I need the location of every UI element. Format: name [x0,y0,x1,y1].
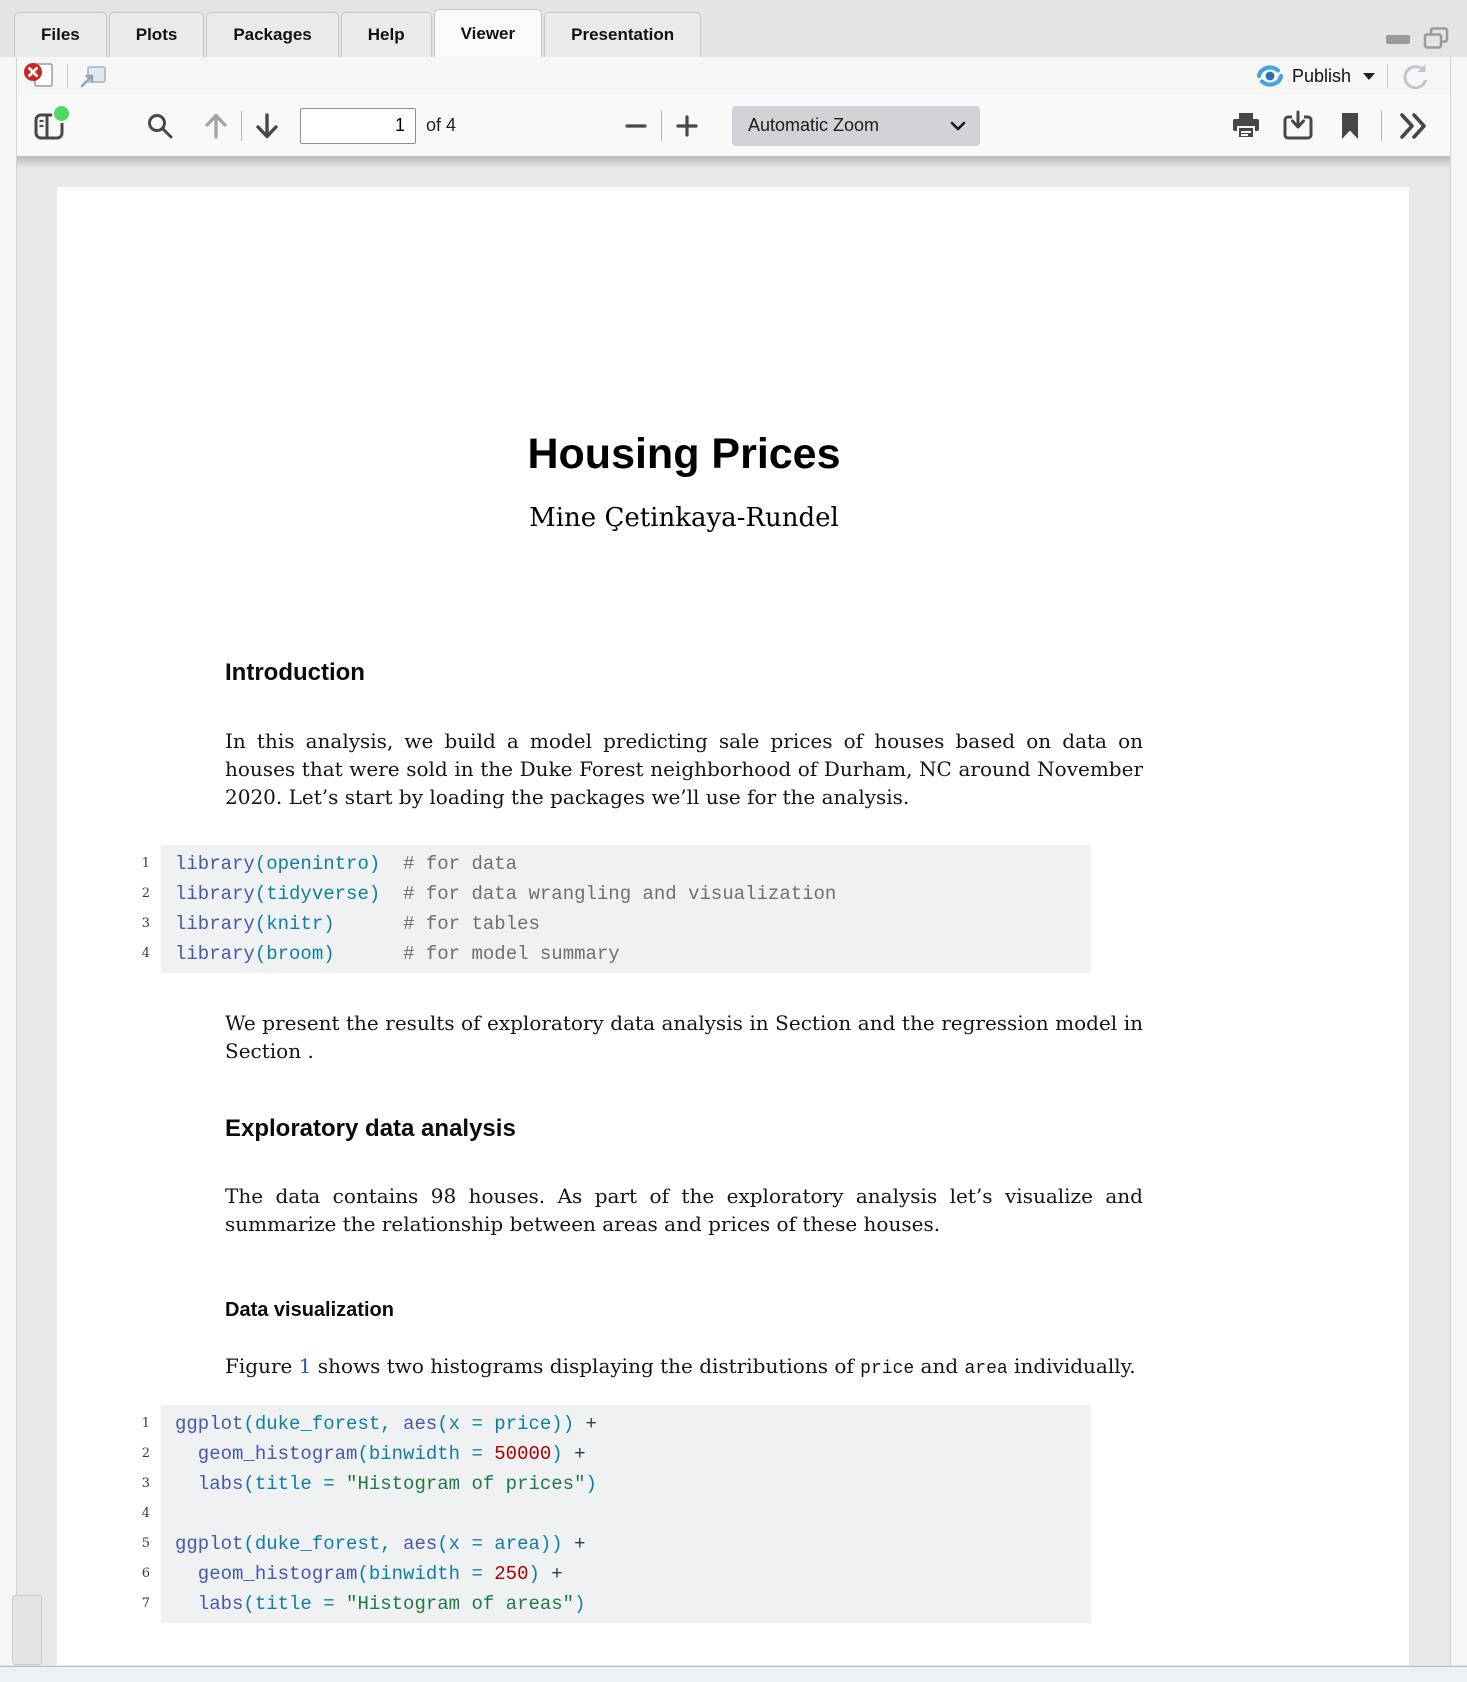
code-line: 3 labs(title = "Histogram of prices") [175,1469,1077,1499]
open-in-new-window-icon[interactable] [78,62,108,90]
code-line: 4 [175,1499,1077,1529]
code-line: 5 ggplot(duke_forest, aes(x = area)) + [175,1529,1077,1559]
paragraph-eda: The data contains 98 houses. As part of … [225,1182,1143,1238]
clear-viewer-button[interactable] [23,61,57,91]
left-scrollbar-gutter [0,57,17,1665]
sidebar-toggle-icon[interactable] [31,107,69,145]
code-line: 2 library(tidyverse) # for data wranglin… [175,879,1077,909]
code-line: 2 geom_histogram(binwidth = 50000) + [175,1439,1077,1469]
line-number: 2 [124,1439,150,1469]
toolbar-separator [67,64,68,88]
page-count-label: of 4 [426,115,456,136]
line-number: 3 [124,909,150,939]
zoom-in-icon[interactable] [668,107,706,145]
paragraph-introduction: In this analysis, we build a model predi… [225,727,1143,811]
tab-packages[interactable]: Packages [206,12,338,57]
toolbar-separator [1387,64,1388,88]
line-number: 6 [124,1559,150,1589]
tab-help[interactable]: Help [341,12,432,57]
tab-viewer[interactable]: Viewer [434,9,543,57]
figure-1-link[interactable]: 1 [299,1354,312,1378]
tab-presentation[interactable]: Presentation [544,12,701,57]
inline-code-price: price [860,1359,914,1379]
maximize-pane-icon[interactable] [1423,27,1449,49]
line-number: 4 [124,1499,150,1529]
pane-window-buttons [1385,27,1449,49]
code-line: 6 geom_histogram(binwidth = 250) + [175,1559,1077,1589]
previous-page-icon[interactable] [197,107,235,145]
right-scrollbar-gutter [1450,57,1467,1665]
tab-files[interactable]: Files [14,12,107,57]
tab-plots[interactable]: Plots [109,12,205,57]
minimize-pane-icon[interactable] [1385,31,1411,45]
zoom-out-icon[interactable] [617,107,655,145]
pane-tabs: Files Plots Packages Help Viewer Present… [14,9,703,57]
code-line: 4 library(broom) # for model summary [175,939,1077,969]
viewer-pane-content: Publish [17,57,1450,1665]
publish-dropdown-caret[interactable] [1363,73,1375,80]
publish-button[interactable]: Publish [1256,63,1375,89]
scrollbar-thumb[interactable] [12,1595,42,1665]
heading-introduction: Introduction [225,659,365,687]
pane-tab-bar: Files Plots Packages Help Viewer Present… [0,0,1467,58]
next-page-icon[interactable] [248,107,286,145]
code-line: 1 library(openintro) # for data [175,849,1077,879]
figure-text: and [914,1354,964,1378]
chevron-down-icon [950,121,966,131]
pane-bottom-edge [0,1666,1467,1682]
code-line: 3 library(knitr) # for tables [175,909,1077,939]
figure-text: individually. [1008,1354,1136,1378]
notification-dot [52,104,71,123]
tools-menu-icon[interactable] [1394,107,1432,145]
paragraph-sections: We present the results of exploratory da… [225,1009,1143,1065]
toolbar-separator [241,111,242,141]
toolbar-separator [661,111,662,141]
document-author: Mine Çetinkaya-Rundel [225,503,1143,533]
toolbar-separator [1381,111,1382,141]
figure-text: shows two histograms displaying the dist… [311,1354,860,1378]
heading-eda: Exploratory data analysis [225,1115,516,1143]
line-number: 1 [124,849,150,879]
rstudio-viewer-pane: Files Plots Packages Help Viewer Present… [0,0,1467,1682]
publish-icon [1256,63,1284,89]
download-icon[interactable] [1279,107,1317,145]
paragraph-figure: Figure 1 shows two histograms displaying… [225,1352,1143,1383]
refresh-icon[interactable] [1400,61,1430,91]
code-block-ggplot: 1 ggplot(duke_forest, aes(x = price)) + … [161,1405,1091,1623]
document-title: Housing Prices [225,430,1143,479]
line-number: 1 [124,1409,150,1439]
search-icon[interactable] [141,107,179,145]
pdf-page: Housing Prices Mine Çetinkaya-Rundel Int… [57,187,1409,1665]
page-number-input[interactable] [300,108,416,144]
code-block-libraries: 1 library(openintro) # for data 2 librar… [161,845,1091,973]
zoom-select-label: Automatic Zoom [748,115,879,136]
publish-label: Publish [1292,66,1351,87]
code-line: 7 labs(title = "Histogram of areas") [175,1589,1077,1619]
print-icon[interactable] [1227,107,1265,145]
zoom-select[interactable]: Automatic Zoom [732,106,980,146]
heading-data-visualization: Data visualization [225,1299,394,1322]
pdf-viewer-canvas[interactable]: Housing Prices Mine Çetinkaya-Rundel Int… [17,156,1450,1665]
line-number: 2 [124,879,150,909]
line-number: 5 [124,1529,150,1559]
bookmark-icon[interactable] [1331,107,1369,145]
viewer-toolbar: Publish [17,57,1450,96]
line-number: 3 [124,1469,150,1499]
line-number: 7 [124,1589,150,1619]
pdf-toolbar: of 4 Automatic Zoom [17,95,1450,157]
figure-text: Figure [225,1354,299,1378]
code-line: 1 ggplot(duke_forest, aes(x = price)) + [175,1409,1077,1439]
inline-code-area: area [964,1359,1007,1379]
line-number: 4 [124,939,150,969]
